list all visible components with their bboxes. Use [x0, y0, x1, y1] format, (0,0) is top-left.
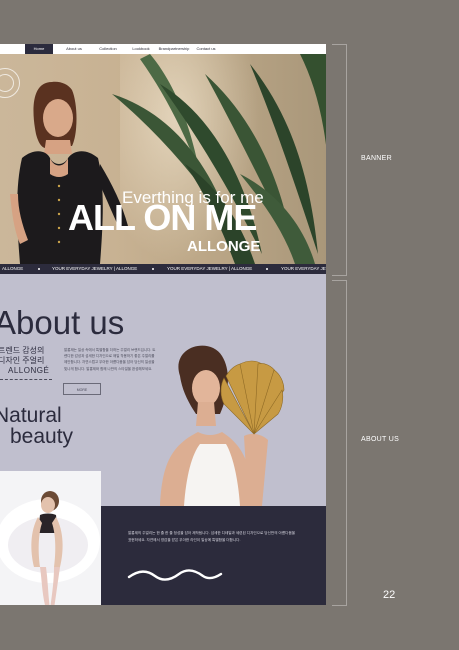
- ticker-item: YOUR EVERYDAY JEWELRY | ALLONGE: [281, 266, 326, 271]
- ticker-item: YOUR EVERYDAY JEWELRY | ALLONGE: [52, 266, 138, 271]
- about-title: About us: [0, 304, 125, 341]
- ticker-item: YOUR EVERYDAY JEWELRY | ALLONGE: [167, 266, 253, 271]
- band-paragraph: 알롱제의 주얼리는 한 줄 한 줄 정성을 담아 제작됩니다. 섬세한 디테일과…: [128, 531, 296, 542]
- about-bracket: [332, 280, 347, 606]
- banner-section-label: BANNER: [361, 155, 392, 162]
- model-photo-gold-leaf: [140, 336, 290, 506]
- page-number: 22: [383, 589, 396, 601]
- top-nav: Home About us Collection Lookbook Brandp…: [0, 44, 326, 54]
- ticker-dot: [266, 268, 268, 270]
- beauty-heading: beauty: [10, 425, 74, 448]
- about-kr-heading: 트렌드 감성의 디자인 주얼리: [0, 346, 45, 365]
- hero-banner: Everthing is for me ALL ON ME ALLONGE: [0, 54, 326, 264]
- dashed-divider: [0, 379, 52, 380]
- banner-bracket: [332, 44, 347, 276]
- nav-item-contact-us[interactable]: Contact us: [192, 44, 220, 54]
- banner-brand: ALLONGE: [187, 238, 261, 255]
- ticker-dot: [38, 268, 40, 270]
- nav-item-about-us[interactable]: About us: [60, 44, 88, 54]
- wave-decoration: [127, 569, 223, 581]
- more-button[interactable]: MORE: [63, 383, 101, 395]
- website-mockup: Home About us Collection Lookbook Brandp…: [0, 44, 326, 605]
- ballerina-photo: [0, 471, 101, 605]
- about-brand-name: ALLONGÉ: [8, 366, 50, 375]
- marquee-ticker: ALLONGE YOUR EVERYDAY JEWELRY | ALLONGE …: [0, 264, 326, 274]
- banner-headline: ALL ON ME: [68, 197, 257, 238]
- nav-item-collection[interactable]: Collection: [94, 44, 122, 54]
- ticker-dot: [152, 268, 154, 270]
- nav-item-home[interactable]: Home: [25, 44, 53, 54]
- about-section-label: ABOUT US: [361, 436, 400, 443]
- ticker-item: ALLONGE: [2, 266, 24, 271]
- nav-item-lookbook[interactable]: Lookbook: [127, 44, 155, 54]
- nav-item-brandpartnership[interactable]: Brandpartnership: [158, 44, 190, 54]
